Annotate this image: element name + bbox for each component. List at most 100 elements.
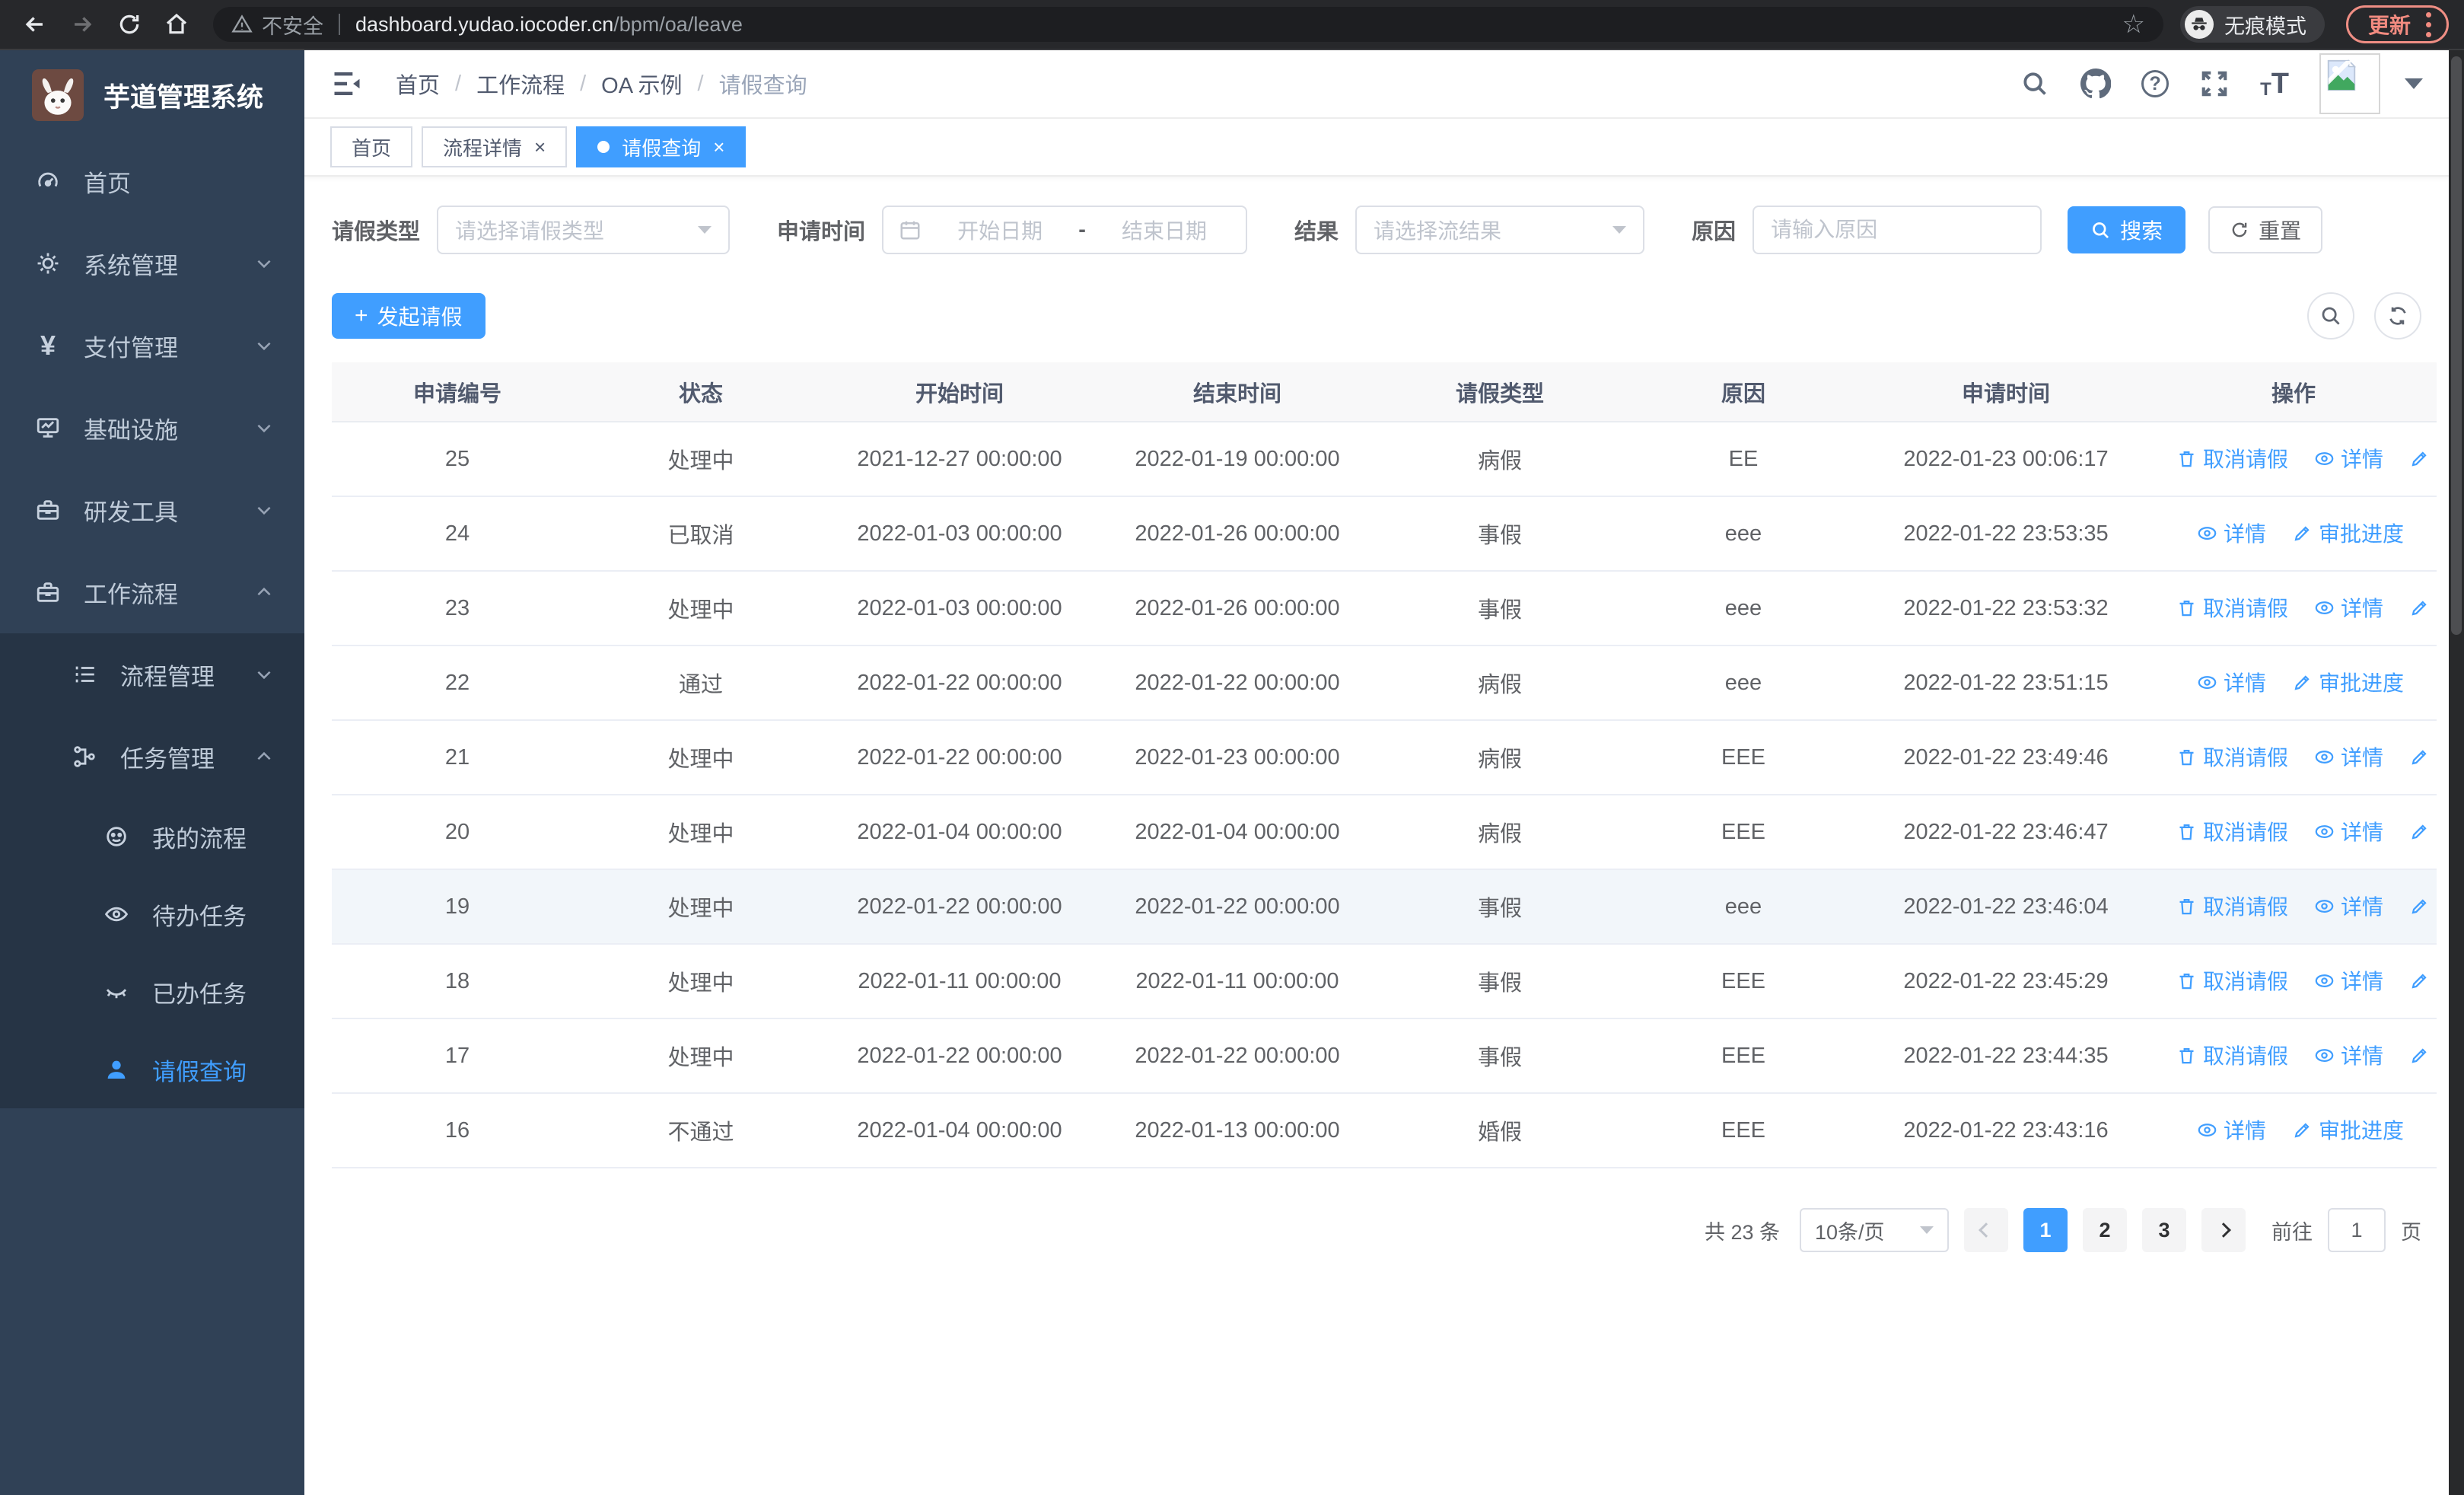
breadcrumb-workflow[interactable]: 工作流程 <box>476 68 565 100</box>
back-icon[interactable] <box>15 5 55 44</box>
cancel-link[interactable]: 取消请假 <box>2176 741 2288 772</box>
breadcrumb-oa-example[interactable]: OA 示例 <box>601 68 682 100</box>
search-icon[interactable] <box>2020 69 2050 99</box>
leave-type-select[interactable]: 请选择请假类型 <box>437 206 731 254</box>
column-header-请假类型: 请假类型 <box>1374 362 1625 422</box>
table-row[interactable]: 16 不通过 2022-01-04 00:00:00 2022-01-13 00:00… <box>332 1093 2437 1168</box>
goto-page-input[interactable] <box>2328 1208 2386 1252</box>
table-search-toggle-icon[interactable] <box>2307 292 2354 339</box>
progress-link[interactable]: 审批进度 <box>2409 443 2437 473</box>
progress-link[interactable]: 审批进度 <box>2409 741 2437 772</box>
sidebar-item-任务管理[interactable]: 任务管理 <box>0 716 304 798</box>
detail-link[interactable]: 详情 <box>2314 965 2383 996</box>
tab-首页[interactable]: 首页 <box>330 126 413 167</box>
create-leave-button[interactable]: + 发起请假 <box>332 293 485 339</box>
sidebar-item-流程管理[interactable]: 流程管理 <box>0 633 304 716</box>
progress-link[interactable]: 审批进度 <box>2409 816 2437 846</box>
table-refresh-icon[interactable] <box>2374 292 2421 339</box>
table-row[interactable]: 17 处理中 2022-01-22 00:00:00 2022-01-22 00:00… <box>332 1018 2437 1094</box>
cancel-link[interactable]: 取消请假 <box>2176 965 2288 996</box>
table-row[interactable]: 22 通过 2022-01-22 00:00:00 2022-01-22 00:00:… <box>332 645 2437 721</box>
reset-button[interactable]: 重置 <box>2208 206 2323 253</box>
sidebar-collapse-icon[interactable] <box>330 67 364 100</box>
sidebar-item-首页[interactable]: 首页 <box>0 140 304 222</box>
cell-end: 2022-01-22 00:00:00 <box>1100 869 1374 945</box>
sidebar-item-请假查询[interactable]: 请假查询 <box>0 1031 304 1108</box>
result-select[interactable]: 请选择流结果 <box>1355 206 1645 254</box>
sidebar-item-系统管理[interactable]: 系统管理 <box>0 222 304 304</box>
table-row[interactable]: 24 已取消 2022-01-03 00:00:00 2022-01-26 00:00… <box>332 496 2437 572</box>
bookmark-star-icon[interactable]: ☆ <box>2122 9 2145 40</box>
url-bar[interactable]: 不安全 dashboard.yudao.iocoder.cn/bpm/oa/le… <box>213 7 2163 42</box>
forward-icon[interactable] <box>62 5 102 44</box>
cancel-link[interactable]: 取消请假 <box>2176 592 2288 623</box>
reload-icon[interactable] <box>110 5 149 44</box>
apply-time-range-picker[interactable]: 开始日期 - 结束日期 <box>882 206 1248 254</box>
update-button[interactable]: 更新 <box>2345 5 2449 43</box>
reason-label: 原因 <box>1692 220 1737 244</box>
page-button-1[interactable]: 1 <box>2023 1208 2068 1252</box>
table-row[interactable]: 23 处理中 2022-01-03 00:00:00 2022-01-26 00:00… <box>332 571 2437 646</box>
page-button-3[interactable]: 3 <box>2142 1208 2186 1252</box>
avatar[interactable] <box>2319 53 2380 114</box>
detail-link[interactable]: 详情 <box>2314 1040 2383 1070</box>
progress-link[interactable]: 审批进度 <box>2409 1040 2437 1070</box>
cell-apply_time: 2022-01-22 23:44:35 <box>1861 1018 2150 1094</box>
sidebar-item-工作流程[interactable]: 工作流程 <box>0 551 304 633</box>
security-indicator[interactable]: 不安全 <box>231 10 323 40</box>
sidebar-item-我的流程[interactable]: 我的流程 <box>0 798 304 875</box>
github-icon[interactable] <box>2080 69 2112 99</box>
breadcrumb-home[interactable]: 首页 <box>396 68 440 100</box>
detail-link[interactable]: 详情 <box>2314 891 2383 921</box>
detail-link[interactable]: 详情 <box>2197 667 2266 697</box>
detail-link[interactable]: 详情 <box>2197 518 2266 548</box>
sidebar-item-支付管理[interactable]: ¥ 支付管理 <box>0 304 304 387</box>
font-size-icon[interactable]: TT <box>2260 68 2289 100</box>
cancel-link[interactable]: 取消请假 <box>2176 443 2288 473</box>
sidebar-item-待办任务[interactable]: 待办任务 <box>0 875 304 953</box>
detail-link[interactable]: 详情 <box>2314 741 2383 772</box>
fullscreen-icon[interactable] <box>2199 69 2230 99</box>
cancel-link[interactable]: 取消请假 <box>2176 1040 2288 1070</box>
detail-link[interactable]: 详情 <box>2314 816 2383 846</box>
progress-link[interactable]: 审批进度 <box>2409 965 2437 996</box>
breadcrumb-separator: / <box>697 71 704 96</box>
column-header-开始时间: 开始时间 <box>819 362 1100 422</box>
next-page-button[interactable] <box>2201 1208 2246 1252</box>
prev-page-button[interactable] <box>1964 1208 2008 1252</box>
page-button-2[interactable]: 2 <box>2083 1208 2127 1252</box>
date-separator: - <box>1078 217 1086 242</box>
progress-link[interactable]: 审批进度 <box>2292 1114 2404 1145</box>
progress-link[interactable]: 审批进度 <box>2409 891 2437 921</box>
tab-流程详情[interactable]: 流程详情 × <box>422 126 568 167</box>
sidebar-item-研发工具[interactable]: 研发工具 <box>0 469 304 551</box>
help-icon[interactable]: ? <box>2141 70 2170 97</box>
page-size-select[interactable]: 10条/页 <box>1800 1208 1949 1252</box>
tab-请假查询[interactable]: 请假查询 × <box>576 126 747 167</box>
tab-close-icon[interactable]: × <box>534 137 546 157</box>
table-row[interactable]: 19 处理中 2022-01-22 00:00:00 2022-01-22 00:00… <box>332 869 2437 945</box>
app-logo-row[interactable]: 芋道管理系统 <box>0 50 304 140</box>
cancel-link[interactable]: 取消请假 <box>2176 816 2288 846</box>
scrollbar-thumb[interactable] <box>2451 56 2462 635</box>
browser-menu-icon[interactable] <box>2426 11 2431 37</box>
tab-close-icon[interactable]: × <box>713 137 724 157</box>
table-row[interactable]: 18 处理中 2022-01-11 00:00:00 2022-01-11 00:00… <box>332 944 2437 1019</box>
progress-link[interactable]: 审批进度 <box>2409 592 2437 623</box>
home-icon[interactable] <box>157 5 196 44</box>
reason-input[interactable] <box>1752 206 2042 254</box>
progress-link[interactable]: 审批进度 <box>2292 667 2404 697</box>
avatar-caret-icon[interactable] <box>2405 78 2423 89</box>
detail-link[interactable]: 详情 <box>2197 1114 2266 1145</box>
sidebar-item-基础设施[interactable]: 基础设施 <box>0 387 304 469</box>
table-row[interactable]: 21 处理中 2022-01-22 00:00:00 2022-01-23 00:00… <box>332 720 2437 795</box>
detail-link[interactable]: 详情 <box>2314 443 2383 473</box>
sidebar-item-已办任务[interactable]: 已办任务 <box>0 953 304 1031</box>
cancel-link[interactable]: 取消请假 <box>2176 891 2288 921</box>
progress-link[interactable]: 审批进度 <box>2292 518 2404 548</box>
table-row[interactable]: 20 处理中 2022-01-04 00:00:00 2022-01-04 00:00… <box>332 795 2437 870</box>
table-row[interactable]: 25 处理中 2021-12-27 00:00:00 2022-01-19 00:00… <box>332 422 2437 497</box>
search-button[interactable]: 搜索 <box>2068 206 2186 253</box>
detail-link[interactable]: 详情 <box>2314 592 2383 623</box>
page-scrollbar[interactable] <box>2449 50 2464 1495</box>
